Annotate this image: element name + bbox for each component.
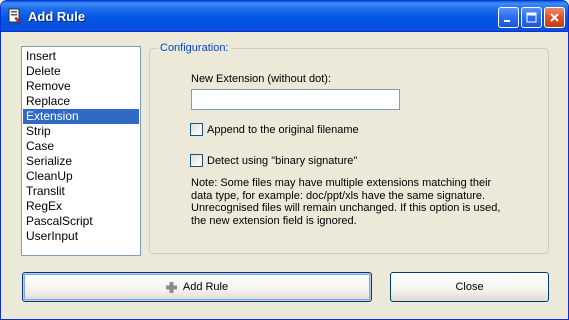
- add-rule-window: Add Rule Insert Delete Remove Replace Extens…: [0, 0, 569, 320]
- add-rule-button[interactable]: Add Rule: [22, 272, 372, 302]
- detect-signature-label[interactable]: Detect using "binary signature": [207, 155, 357, 167]
- rule-list-item[interactable]: Replace: [23, 94, 139, 109]
- rule-list-item[interactable]: Strip: [23, 124, 139, 139]
- rule-list-item[interactable]: Remove: [23, 79, 139, 94]
- close-icon: [550, 13, 559, 22]
- note-line: data type, for example: doc/ppt/xls have…: [191, 189, 486, 202]
- append-checkbox[interactable]: [190, 123, 203, 136]
- close-button[interactable]: Close: [390, 272, 549, 302]
- note-line: Unrecognised files will remain unchanged…: [191, 202, 501, 214]
- note-line: Note: Some files may have multiple exten…: [191, 177, 492, 189]
- note-text: Note: Some files may have multiple exten…: [191, 177, 521, 227]
- rule-list-item[interactable]: Case: [23, 139, 139, 154]
- maximize-icon: [526, 12, 537, 23]
- rule-list-item[interactable]: Insert: [23, 49, 139, 64]
- rule-list-item[interactable]: UserInput: [23, 229, 139, 244]
- minimize-icon: [504, 20, 510, 22]
- rule-list-item[interactable]: RegEx: [23, 199, 139, 214]
- maximize-button[interactable]: [521, 7, 542, 28]
- append-label[interactable]: Append to the original filename: [207, 124, 359, 136]
- rule-list-item[interactable]: PascalScript: [23, 214, 139, 229]
- rule-list-item[interactable]: CleanUp: [23, 169, 139, 184]
- configuration-label: Configuration:: [158, 42, 231, 54]
- rule-list-item[interactable]: Delete: [23, 64, 139, 79]
- rename-app-icon: [7, 8, 23, 24]
- rule-list-item[interactable]: Serialize: [23, 154, 139, 169]
- detect-signature-checkbox[interactable]: [190, 154, 203, 167]
- add-rule-label: Add Rule: [182, 281, 229, 293]
- new-extension-input[interactable]: [191, 89, 400, 110]
- title-bar[interactable]: Add Rule: [1, 1, 568, 32]
- close-label: Close: [455, 281, 484, 293]
- close-window-button[interactable]: [544, 7, 565, 28]
- new-extension-label: New Extension (without dot):: [191, 73, 332, 85]
- note-line: the new extension field is ignored.: [191, 214, 357, 227]
- rule-list-item[interactable]: Translit: [23, 184, 139, 199]
- rule-list-item[interactable]: Extension: [23, 109, 139, 124]
- minimize-button[interactable]: [498, 7, 519, 28]
- plus-icon: [165, 281, 177, 293]
- rules-list[interactable]: Insert Delete Remove Replace Extension Strip C…: [21, 46, 141, 256]
- window-title: Add Rule: [28, 9, 86, 24]
